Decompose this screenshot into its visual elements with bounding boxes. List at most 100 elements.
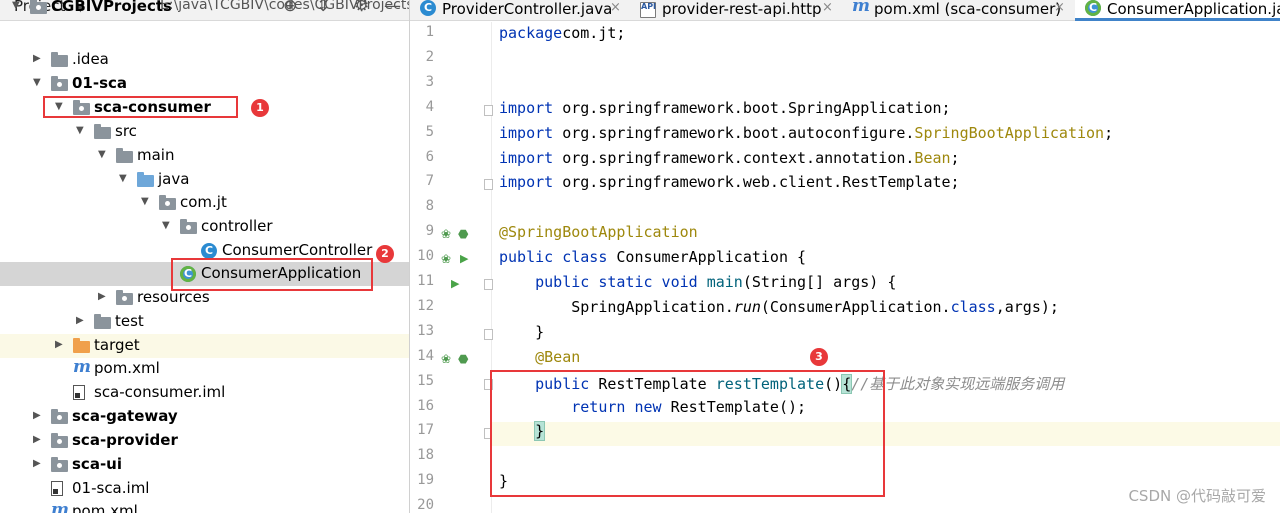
spring-bean-icon[interactable]: ❀ — [441, 252, 451, 266]
code-line[interactable]: SpringApplication.run(ConsumerApplicatio… — [499, 298, 1059, 322]
code-token: ConsumerApplication { — [607, 248, 807, 267]
code-line[interactable]: import org.springframework.boot.SpringAp… — [499, 99, 951, 123]
line-number: 9 — [425, 223, 434, 240]
tree-item-01-sca[interactable]: ▼ 01-sca — [0, 72, 409, 96]
code-line[interactable]: import org.springframework.boot.autoconf… — [499, 124, 1113, 148]
tree-item-target[interactable]: ▶ target — [0, 334, 409, 358]
fold-marker-icon[interactable] — [484, 104, 493, 116]
module-folder-icon — [30, 0, 47, 14]
tree-item-sca-ui[interactable]: ▶ sca-ui — [0, 453, 409, 477]
tab-provider-rest-api-http[interactable]: API provider-rest-api.http × — [630, 0, 842, 21]
code-token: org.springframework.boot.SpringApplicati… — [553, 98, 951, 117]
code-line[interactable]: } — [499, 323, 544, 347]
chevron-right-icon[interactable]: ▶ — [33, 433, 43, 447]
code-token: import — [499, 148, 554, 167]
tree-item-src[interactable]: ▼ src — [0, 120, 409, 144]
code-token: import — [499, 173, 554, 192]
tree-item-label: ConsumerController — [222, 241, 373, 259]
tree-item-controller[interactable]: ▼ controller — [0, 215, 409, 239]
iml-file-icon — [51, 481, 63, 496]
tab-label: pom.xml (sca-consumer) — [874, 0, 1062, 18]
tab-pom-xml-sca-consumer-[interactable]: m pom.xml (sca-consumer) × — [842, 0, 1075, 21]
tree-item-java[interactable]: ▼ java — [0, 168, 409, 192]
project-tool-window: Project ▼ ⊕ ⇕ ⚙ — ▼CGBIVProjectsE:\java\… — [0, 0, 409, 513]
tree-item-label: sca-ui — [72, 455, 122, 473]
fold-marker-icon[interactable] — [484, 279, 493, 290]
code-token: package — [499, 24, 563, 42]
spring-config-icon[interactable]: ⬣ — [458, 352, 468, 366]
line-number: 3 — [425, 73, 434, 90]
code-token: import — [499, 98, 554, 117]
chevron-right-icon[interactable]: ▶ — [33, 52, 43, 66]
tree-item-01-sca-iml[interactable]: 01-sca.iml — [0, 477, 409, 501]
tree-item-pom-xml[interactable]: m pom.xml — [0, 500, 409, 513]
highlight-box-sca-consumer — [43, 96, 238, 118]
line-number: 15 — [417, 372, 434, 389]
fold-marker-icon[interactable] — [484, 328, 493, 340]
spring-bean-icon[interactable]: ❀ — [441, 352, 451, 366]
tab-providercontroller-java[interactable]: C ProviderController.java × — [410, 0, 630, 21]
tree-item-sca-consumer-iml[interactable]: sca-consumer.iml — [0, 381, 409, 405]
tab-consumerapplication-java[interactable]: C ConsumerApplication.java — [1075, 0, 1280, 21]
tab-label: ProviderController.java — [442, 0, 613, 18]
tree-item-sca-gateway[interactable]: ▶ sca-gateway — [0, 405, 409, 429]
chevron-right-icon[interactable]: ▶ — [76, 314, 86, 328]
fold-marker-icon[interactable] — [484, 179, 493, 191]
chevron-down-icon[interactable]: ▼ — [98, 148, 108, 162]
spring-config-icon[interactable]: ⬣ — [458, 227, 468, 241]
code-token: org.springframework.context.annotation. — [553, 148, 915, 167]
chevron-down-icon[interactable]: ▼ — [33, 76, 43, 90]
resources-folder-icon — [116, 290, 133, 305]
tree-item-com-jt[interactable]: ▼ com.jt — [0, 191, 409, 215]
close-icon[interactable]: × — [1054, 0, 1065, 15]
run-icon[interactable]: ▶ — [451, 277, 459, 290]
code-line[interactable]: public static void main(String[] args) { — [499, 273, 896, 297]
class-icon: C — [201, 243, 217, 259]
chevron-down-icon[interactable]: ▼ — [76, 124, 86, 138]
code-line[interactable]: public class ConsumerApplication { — [499, 248, 806, 272]
line-number: 16 — [417, 397, 434, 414]
chevron-down-icon[interactable]: ▼ — [12, 0, 22, 13]
code-line[interactable]: import org.springframework.context.annot… — [499, 149, 960, 173]
code-line[interactable]: packagecom.jt; — [499, 24, 625, 48]
tab-label: provider-rest-api.http — [662, 0, 822, 18]
tab-label: ConsumerApplication.java — [1107, 0, 1280, 18]
package-icon — [180, 219, 197, 234]
code-token: } — [499, 322, 545, 341]
close-icon[interactable]: × — [822, 0, 833, 15]
code-line[interactable]: @SpringBootApplication — [499, 223, 698, 247]
code-line[interactable]: @Bean — [499, 348, 580, 372]
tree-item-cgbivprojects[interactable]: ▼ CGBIVProjects E:\java\TCGBIV\codes\CGBIV… — [0, 0, 409, 19]
run-icon[interactable]: ▶ — [460, 252, 468, 265]
chevron-right-icon[interactable]: ▶ — [55, 338, 65, 352]
tree-item-sca-provider[interactable]: ▶ sca-provider — [0, 429, 409, 453]
module-folder-icon — [51, 76, 68, 91]
line-number: 20 — [417, 497, 434, 513]
chevron-down-icon[interactable]: ▼ — [119, 172, 129, 186]
close-icon[interactable]: × — [610, 0, 621, 15]
tree-item--idea[interactable]: ▶ .idea — [0, 48, 409, 72]
tree-item-pom-xml[interactable]: m pom.xml — [0, 357, 409, 381]
code-token: @SpringBootApplication — [499, 223, 698, 242]
tree-item-label: .idea — [72, 50, 109, 68]
line-number: 10 — [417, 248, 434, 265]
chevron-down-icon[interactable]: ▼ — [141, 195, 151, 209]
code-line[interactable]: import org.springframework.web.client.Re… — [499, 173, 960, 197]
code-token: Bean — [914, 148, 951, 167]
source-folder-icon — [137, 172, 154, 187]
chevron-right-icon[interactable]: ▶ — [98, 290, 108, 304]
folder-icon — [94, 124, 111, 139]
class-icon: C — [420, 0, 436, 16]
tree-item-test[interactable]: ▶ test — [0, 310, 409, 334]
chevron-right-icon[interactable]: ▶ — [33, 409, 43, 423]
tree-item-label: test — [115, 312, 144, 330]
tree-item-main[interactable]: ▼ main — [0, 144, 409, 168]
spring-bean-icon[interactable]: ❀ — [441, 227, 451, 241]
editor-tab-bar: C ProviderController.java × API provider-res… — [410, 0, 1280, 21]
package-icon — [159, 195, 176, 210]
chevron-down-icon[interactable]: ▼ — [162, 219, 172, 233]
line-number: 13 — [417, 322, 434, 339]
code-token: ; — [950, 148, 960, 167]
chevron-right-icon[interactable]: ▶ — [33, 457, 43, 471]
